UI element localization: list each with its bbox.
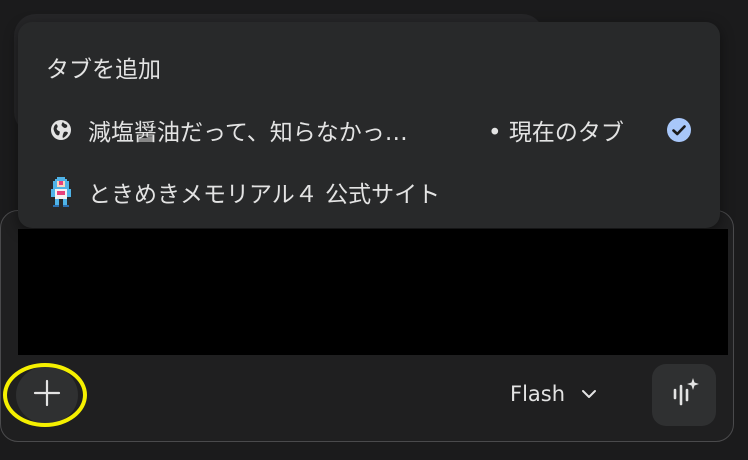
add-tab-menu: タブを追加 減塩醤油だって、知らなかっ… • 現在のタブ ときめきメモリアル４ …: [18, 22, 720, 228]
menu-item-current-tab[interactable]: 減塩醤油だって、知らなかっ… • 現在のタブ: [18, 102, 720, 158]
add-button[interactable]: [16, 366, 78, 424]
pixel-character-favicon: [48, 177, 74, 207]
chevron-down-icon: [581, 385, 597, 404]
check-circle-icon: [666, 117, 692, 143]
tab-title: 減塩醤油だって、知らなかっ…: [88, 120, 408, 146]
current-tab-label: • 現在のタブ: [488, 120, 624, 146]
model-selector[interactable]: Flash: [510, 374, 597, 414]
menu-item-tab[interactable]: ときめきメモリアル４ 公式サイト: [18, 164, 720, 220]
model-label: Flash: [510, 382, 566, 406]
app-window: タブを追加 減塩醤油だって、知らなかっ… • 現在のタブ ときめきメモリアル４ …: [0, 0, 748, 460]
voice-sparkle-icon: [666, 375, 702, 415]
voice-input-button[interactable]: [652, 364, 716, 426]
plus-icon: [32, 378, 62, 412]
globe-icon: [48, 117, 74, 143]
tab-title: ときめきメモリアル４ 公式サイト: [88, 182, 441, 208]
redacted-input-area[interactable]: [18, 229, 728, 355]
menu-heading: タブを追加: [46, 57, 161, 83]
